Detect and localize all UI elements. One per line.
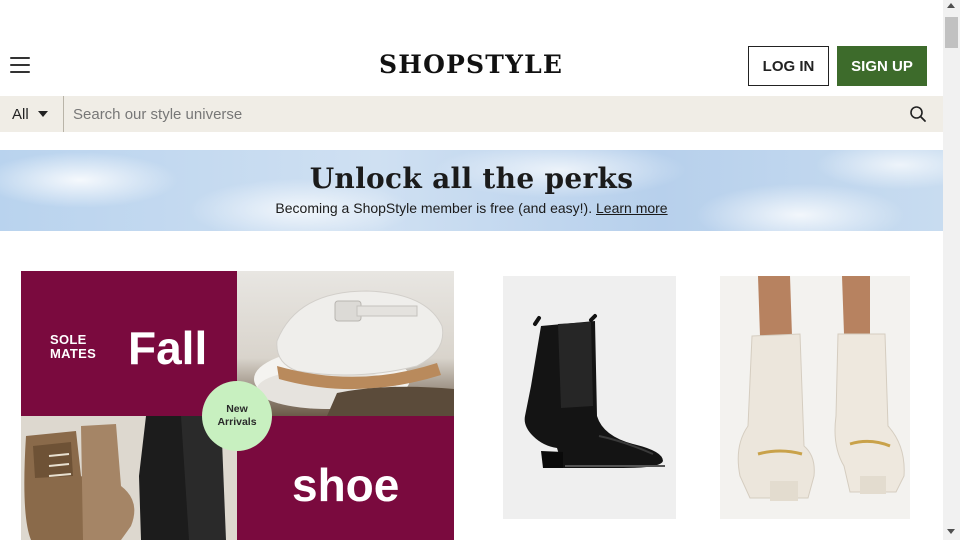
clog-shoe-image — [237, 271, 454, 416]
search-bar: All — [0, 96, 943, 132]
badge-line1: New — [226, 403, 248, 415]
badge-line2: Arrivals — [217, 416, 257, 428]
scroll-down-arrow-icon[interactable] — [947, 529, 955, 534]
promo-tagline-line1: SOLE — [50, 332, 87, 347]
site-header: SHOPSTYLE LOG IN SIGN UP — [0, 0, 943, 96]
product-card-black-chelsea-boot[interactable] — [503, 276, 676, 519]
product-card-white-knee-boots[interactable] — [720, 276, 910, 519]
perks-banner: Unlock all the perks Becoming a ShopStyl… — [0, 150, 943, 231]
banner-subtitle-text: Becoming a ShopStyle member is free (and… — [275, 200, 593, 216]
hiking-boots-image — [21, 416, 237, 540]
scrollbar-thumb[interactable] — [945, 17, 958, 48]
banner-title: Unlock all the perks — [309, 162, 634, 195]
promo-headline-bottom: shoe — [292, 459, 400, 511]
fall-shoe-promo[interactable]: SOLE MATES Fall shoe New Arrivals — [21, 271, 454, 540]
login-button[interactable]: LOG IN — [748, 46, 829, 86]
site-logo[interactable]: SHOPSTYLE — [379, 50, 563, 79]
banner-subtitle: Becoming a ShopStyle member is free (and… — [0, 200, 943, 216]
search-input[interactable] — [65, 96, 895, 132]
search-category-select[interactable]: All — [0, 96, 64, 132]
promo-headline-top: Fall — [128, 322, 208, 374]
promo-text-panel: SOLE MATES Fall — [21, 271, 237, 416]
scroll-up-arrow-icon[interactable] — [947, 3, 955, 8]
search-category-label: All — [12, 105, 29, 123]
promo-text-panel-bottom: shoe — [237, 416, 454, 540]
signup-button[interactable]: SIGN UP — [837, 46, 927, 86]
promo-tagline: SOLE MATES — [50, 333, 96, 361]
learn-more-link[interactable]: Learn more — [596, 200, 668, 216]
promo-tagline-line2: MATES — [50, 346, 97, 361]
chevron-down-icon — [38, 111, 48, 117]
search-icon[interactable] — [909, 105, 927, 123]
page-scrollbar[interactable] — [943, 0, 960, 540]
black-chelsea-boot-image — [503, 276, 676, 519]
new-arrivals-badge: New Arrivals — [205, 384, 269, 448]
hamburger-menu-icon[interactable] — [10, 57, 30, 75]
white-knee-boots-image — [720, 276, 910, 519]
